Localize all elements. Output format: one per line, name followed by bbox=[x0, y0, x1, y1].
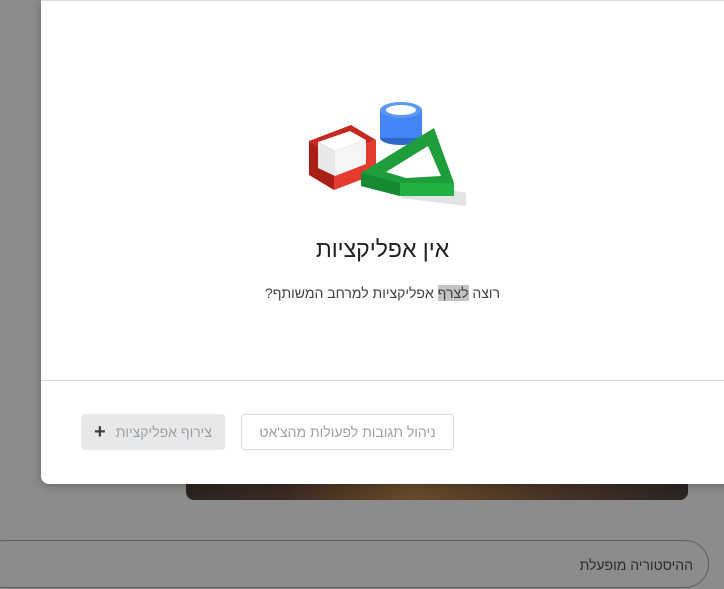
plus-icon: + bbox=[94, 421, 106, 443]
manage-chat-actions-button[interactable]: ניהול תגובות לפעולות מהצ'אט bbox=[241, 414, 454, 450]
subtitle-text-end: אפליקציות למרחב המשותף? bbox=[264, 285, 438, 301]
dialog-title: אין אפליקציות bbox=[315, 236, 450, 262]
dialog-top-border bbox=[41, 0, 724, 1]
blue-cylinder-shape bbox=[380, 102, 422, 145]
dialog-subtitle: רוצה לצרף אפליקציות למרחב המשותף? bbox=[41, 285, 724, 301]
dialog-divider bbox=[41, 380, 724, 381]
add-apps-label: צירוף אפליקציות bbox=[115, 424, 212, 440]
subtitle-text-start: רוצה bbox=[468, 285, 501, 301]
no-apps-dialog: אין אפליקציות רוצה לצרף אפליקציות למרחב … bbox=[41, 0, 724, 484]
history-status-text: ההיסטוריה מופעלת bbox=[579, 557, 693, 573]
add-apps-button[interactable]: צירוף אפליקציות + bbox=[81, 414, 225, 450]
shapes-illustration bbox=[309, 102, 466, 206]
subtitle-highlighted-word: לצרף bbox=[437, 285, 469, 301]
